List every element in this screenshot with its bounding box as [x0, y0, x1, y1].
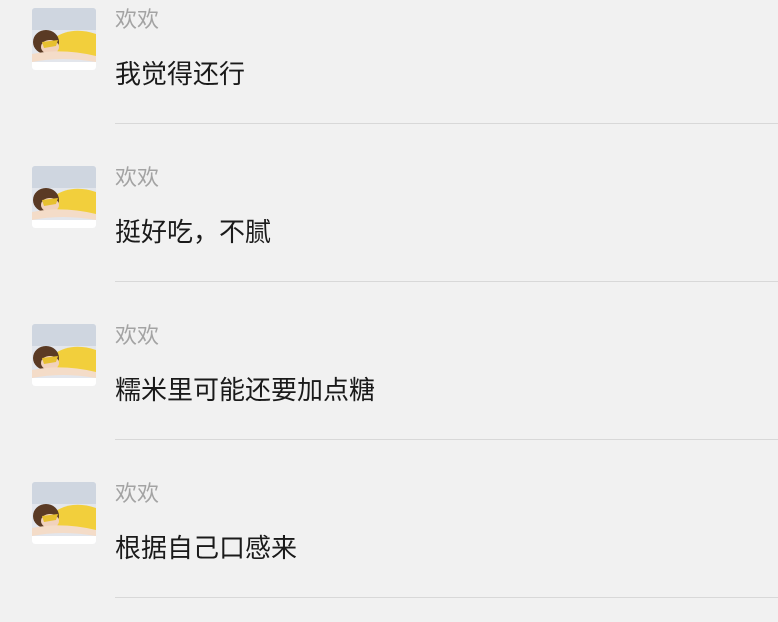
comment-text: 挺好吃，不腻: [115, 218, 272, 248]
username[interactable]: 欢欢: [115, 480, 159, 510]
avatar[interactable]: [32, 166, 96, 228]
sleeping-person-avatar-icon: [32, 482, 96, 544]
comment-list: 欢欢 我觉得还行 欢欢 挺好吃，不腻 欢欢 糯米里可能还要加点糖 欢欢 根据自己…: [0, 0, 778, 622]
sleeping-person-avatar-icon: [32, 324, 96, 386]
comment-text: 我觉得还行: [115, 60, 246, 90]
username[interactable]: 欢欢: [115, 164, 159, 194]
divider: [115, 123, 778, 124]
avatar[interactable]: [32, 324, 96, 386]
sleeping-person-avatar-icon: [32, 8, 96, 70]
sleeping-person-avatar-icon: [32, 166, 96, 228]
comment-item: 欢欢 挺好吃，不腻: [0, 158, 778, 316]
username[interactable]: 欢欢: [115, 322, 159, 352]
comment-item: 欢欢 糯米里可能还要加点糖: [0, 316, 778, 474]
username[interactable]: 欢欢: [115, 6, 159, 36]
divider: [115, 281, 778, 282]
comment-text: 糯米里可能还要加点糖: [115, 376, 376, 406]
avatar[interactable]: [32, 8, 96, 70]
comment-item: 欢欢 根据自己口感来: [0, 474, 778, 622]
divider: [115, 439, 778, 440]
comment-item: 欢欢 我觉得还行: [0, 0, 778, 158]
divider: [115, 597, 778, 598]
comment-text: 根据自己口感来: [115, 534, 298, 564]
avatar[interactable]: [32, 482, 96, 544]
